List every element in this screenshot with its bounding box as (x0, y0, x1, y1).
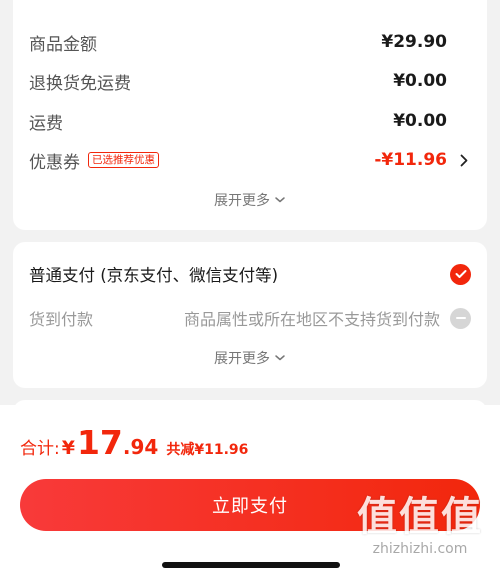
payment-option-normal-label: 普通支付 (京东支付、微信支付等) (29, 266, 279, 285)
goods-amount-label: 商品金额 (29, 34, 97, 55)
order-total: 合计: ¥ 17 .94 共减¥11.96 (20, 423, 248, 462)
check-icon[interactable] (450, 263, 471, 285)
shipping-fee-label: 运费 (29, 113, 63, 134)
total-integer: 17 (76, 423, 123, 462)
payment-expand-more[interactable]: 展开更多 (13, 348, 487, 368)
watermark: 值值值 zhizhizhi.com (350, 495, 490, 575)
coupon-discount-value: -¥11.96 (374, 150, 447, 170)
checkout-bottom-bar: 合计: ¥ 17 .94 共减¥11.96 立即支付 值值值 zhizhizhi… (0, 405, 500, 581)
goods-amount-row: 商品金额 ¥29.90 (29, 27, 471, 57)
price-expand-more[interactable]: 展开更多 (13, 190, 487, 210)
return-shipping-value: ¥0.00 (393, 71, 447, 91)
return-shipping-row: 退换货免运费 ¥0.00 (29, 66, 471, 96)
chevron-right-icon (457, 150, 471, 170)
total-decimal: .94 (122, 435, 159, 459)
coupon-recommended-tag: 已选推荐优惠 (88, 152, 159, 168)
coupon-row[interactable]: 优惠券 已选推荐优惠 -¥11.96 (29, 145, 471, 175)
shipping-fee-row: 运费 ¥0.00 (29, 106, 471, 136)
goods-amount-value: ¥29.90 (381, 32, 447, 52)
chevron-down-icon (274, 196, 286, 204)
payment-method-card: 普通支付 (京东支付、微信支付等) 货到付款 商品属性或所在地区不支持货到付款 … (13, 242, 487, 388)
return-shipping-label: 退换货免运费 (29, 73, 131, 94)
total-label: 合计: (20, 439, 60, 459)
payment-option-cod-label: 货到付款 (29, 310, 94, 329)
home-indicator (162, 562, 340, 568)
chevron-down-icon (274, 354, 286, 362)
watermark-logo: 值值值 (357, 494, 483, 540)
expand-more-label: 展开更多 (214, 193, 270, 209)
total-currency: ¥ (61, 437, 75, 459)
watermark-url: zhizhizhi.com (372, 541, 468, 557)
shipping-fee-value: ¥0.00 (393, 111, 447, 131)
expand-more-label: 展开更多 (214, 351, 270, 367)
price-summary-card: 商品金额 ¥29.90 退换货免运费 ¥0.00 运费 ¥0.00 优惠券 已选… (13, 0, 487, 230)
minus-icon (450, 307, 471, 329)
payment-option-cod-note: 商品属性或所在地区不支持货到付款 (183, 310, 440, 329)
coupon-label: 优惠券 (29, 152, 80, 173)
payment-option-normal[interactable]: 普通支付 (京东支付、微信支付等) (29, 259, 471, 289)
total-saved: 共减¥11.96 (166, 442, 249, 458)
payment-option-cod: 货到付款 商品属性或所在地区不支持货到付款 (29, 303, 471, 333)
